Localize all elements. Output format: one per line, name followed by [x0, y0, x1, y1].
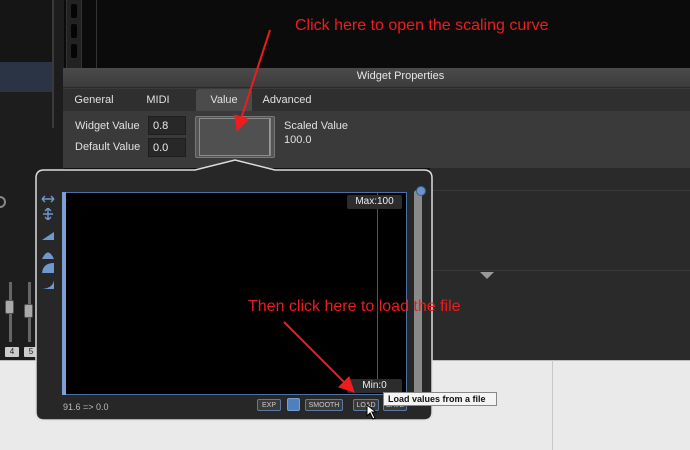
annotation-arrows: [234, 29, 355, 393]
annotation-arrow-bottom: [283, 321, 355, 393]
annotation-arrow-top: [234, 29, 271, 132]
